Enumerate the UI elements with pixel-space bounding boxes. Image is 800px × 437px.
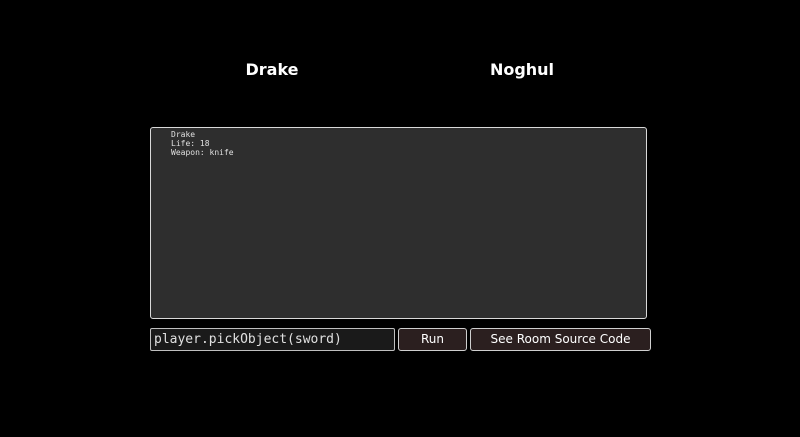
command-input[interactable]: [150, 328, 395, 351]
see-room-source-code-button[interactable]: See Room Source Code: [470, 328, 651, 351]
game-output-console: Drake Life: 18 Weapon: knife: [150, 127, 647, 319]
player-name-left: Drake: [245, 60, 299, 79]
console-line: Drake: [171, 130, 196, 139]
console-line: Weapon: knife: [171, 148, 234, 157]
run-button[interactable]: Run: [398, 328, 467, 351]
player-name-right: Noghul: [489, 60, 555, 79]
console-line: Life: 18: [171, 139, 210, 148]
